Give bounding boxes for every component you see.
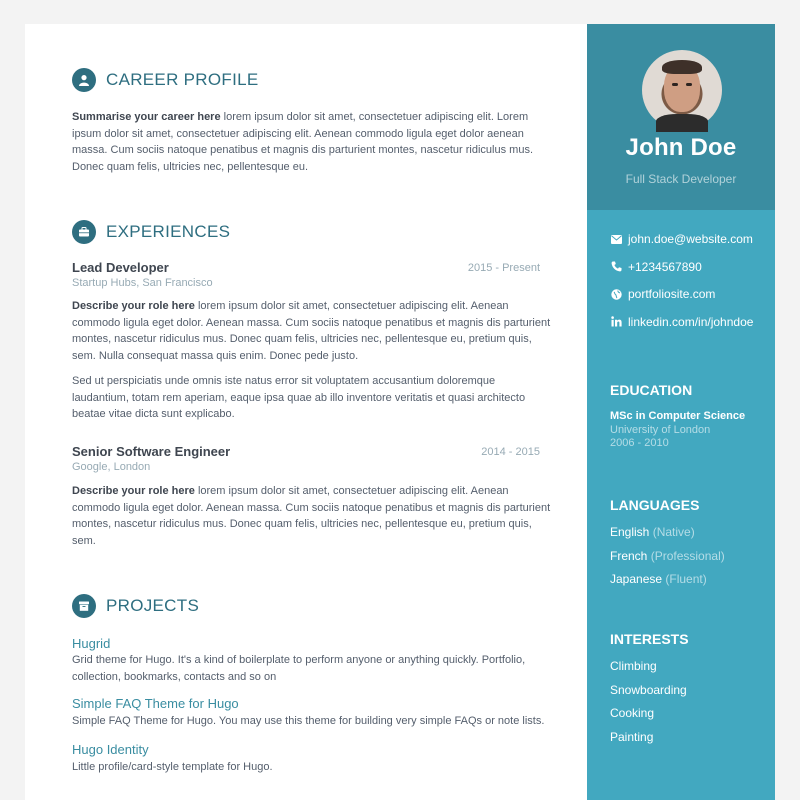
- job-description-lead: Describe your role here: [72, 300, 195, 312]
- experiences-title: EXPERIENCES: [106, 222, 231, 241]
- job-time: 2014 - 2015: [481, 446, 540, 458]
- job-company: Startup Hubs, San Francisco: [72, 277, 213, 289]
- career-summary: Summarise your career here lorem ipsum d…: [72, 109, 552, 175]
- language-item: English (Native): [610, 525, 725, 549]
- contact-phone[interactable]: +1234567890: [610, 260, 753, 288]
- language-item: French (Professional): [610, 549, 725, 573]
- interest-item: Painting: [610, 729, 654, 744]
- resume-page: CAREER PROFILE Summarise your career her…: [25, 24, 775, 800]
- avatar: [642, 50, 722, 132]
- profile-header: John Doe Full Stack Developer: [587, 24, 775, 210]
- projects-title: PROJECTS: [106, 596, 200, 615]
- linkedin-icon: [610, 316, 622, 328]
- language-level: (Professional): [650, 548, 725, 563]
- email-icon: [610, 233, 622, 245]
- sidebar: John Doe Full Stack Developer john.doe@w…: [587, 24, 775, 800]
- job-time: 2015 - Present: [467, 262, 540, 274]
- project-title-link[interactable]: Hugrid: [72, 636, 110, 651]
- contact-list: john.doe@website.com +1234567890 portfol…: [610, 232, 753, 342]
- contact-website-text: portfoliosite.com: [628, 287, 716, 301]
- career-summary-lead: Summarise your career here: [72, 111, 221, 123]
- project-description: Grid theme for Hugo. It's a kind of boil…: [72, 654, 526, 683]
- contact-email-text: john.doe@website.com: [628, 232, 753, 246]
- job-title: Senior Software Engineer: [72, 444, 231, 459]
- profile-tagline: Full Stack Developer: [625, 172, 737, 186]
- project-title-link[interactable]: Hugo Identity: [72, 742, 149, 757]
- job-title: Lead Developer: [72, 260, 169, 275]
- education-years: 2006 - 2010: [610, 437, 669, 449]
- interests-section: INTERESTS Climbing Snowboarding Cooking …: [610, 631, 689, 753]
- language-name: English: [610, 525, 650, 539]
- job-description: Describe your role here lorem ipsum dolo…: [72, 298, 552, 364]
- project-description: Simple FAQ Theme for Hugo. You may use t…: [72, 715, 545, 727]
- job-description-extra: Sed ut perspiciatis unde omnis iste natu…: [72, 375, 526, 420]
- contact-email[interactable]: john.doe@website.com: [610, 232, 753, 260]
- profile-name: John Doe: [625, 134, 737, 161]
- user-icon: [72, 68, 96, 92]
- education-school: University of London: [610, 424, 711, 436]
- interest-item: Cooking: [610, 706, 655, 720]
- language-item: Japanese (Fluent): [610, 572, 725, 596]
- main-column: CAREER PROFILE Summarise your career her…: [25, 24, 587, 800]
- language-name: French: [610, 548, 648, 563]
- projects-heading: PROJECTS: [72, 594, 199, 618]
- languages-title: LANGUAGES: [610, 497, 700, 513]
- contact-linkedin[interactable]: linkedin.com/in/johndoe: [610, 315, 753, 343]
- contact-phone-text: +1234567890: [628, 259, 702, 274]
- briefcase-icon: [72, 220, 96, 244]
- experiences-heading: EXPERIENCES: [72, 220, 230, 244]
- job-description-lead: Describe your role here: [72, 485, 195, 497]
- interest-item: Climbing: [610, 659, 657, 673]
- education-section: EDUCATION MSc in Computer Science Univer…: [610, 382, 745, 450]
- education-degree: MSc in Computer Science: [610, 410, 746, 422]
- interest-item: Snowboarding: [610, 682, 687, 697]
- career-profile-title: CAREER PROFILE: [106, 70, 259, 89]
- archive-icon: [72, 594, 96, 618]
- language-name: Japanese: [610, 572, 663, 586]
- language-level: (Fluent): [665, 572, 707, 586]
- education-title: EDUCATION: [610, 382, 693, 398]
- contact-website[interactable]: portfoliosite.com: [610, 287, 753, 315]
- job-company: Google, London: [72, 461, 151, 473]
- project-title-link[interactable]: Simple FAQ Theme for Hugo: [72, 696, 239, 711]
- interests-title: INTERESTS: [610, 631, 689, 647]
- language-level: (Native): [652, 525, 695, 539]
- phone-icon: [610, 261, 622, 273]
- job-description: Describe your role here lorem ipsum dolo…: [72, 483, 552, 549]
- career-profile-heading: CAREER PROFILE: [72, 68, 259, 92]
- contact-linkedin-text: linkedin.com/in/johndoe: [628, 314, 754, 329]
- languages-section: LANGUAGES English (Native) French (Profe…: [610, 497, 725, 596]
- globe-icon: [610, 288, 622, 300]
- project-description: Little profile/card-style template for H…: [72, 761, 273, 773]
